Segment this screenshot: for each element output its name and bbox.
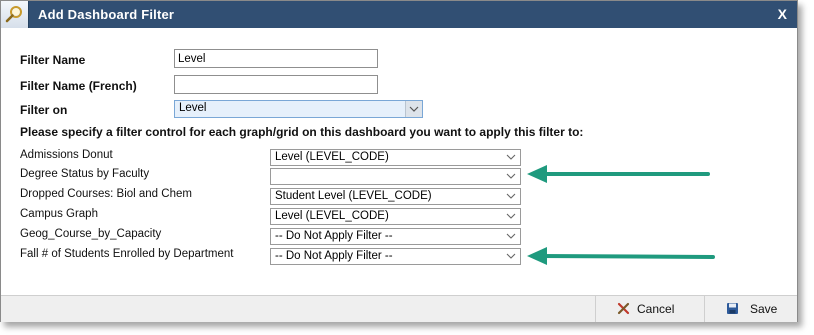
cancel-x-icon [617, 302, 630, 315]
dialog-title: Add Dashboard Filter [38, 7, 175, 22]
filter-name-french-input[interactable] [174, 75, 378, 94]
title-bar: Add Dashboard Filter X [1, 1, 797, 28]
chevron-down-icon [409, 106, 419, 112]
graph-filter-select-degree-status[interactable] [270, 168, 521, 185]
close-button[interactable]: X [778, 6, 787, 22]
graph-filter-select-campus-graph[interactable]: Level (LEVEL_CODE) [270, 208, 521, 225]
graph-filter-select-dropped-courses[interactable]: Student Level (LEVEL_CODE) [270, 188, 521, 205]
cancel-button[interactable]: Cancel [595, 296, 704, 322]
filter-on-select[interactable]: Level [174, 100, 423, 118]
dialog-footer: Cancel Save [1, 295, 797, 322]
chevron-down-icon [506, 173, 516, 179]
floppy-disk-icon [727, 303, 738, 314]
graph-filter-value: -- Do Not Apply Filter -- [275, 230, 393, 242]
magnifier-icon [1, 1, 29, 28]
filter-on-label: Filter on [20, 103, 68, 117]
chevron-down-icon [506, 213, 516, 219]
graph-filter-value: -- Do Not Apply Filter -- [275, 250, 393, 262]
graph-filter-select-admissions-donut[interactable]: Level (LEVEL_CODE) [270, 149, 521, 166]
graph-label-geog-course: Geog_Course_by_Capacity [20, 228, 162, 240]
filter-name-input[interactable] [174, 49, 378, 68]
filter-name-french-label: Filter Name (French) [20, 79, 137, 93]
graph-filter-select-geog-course[interactable]: -- Do Not Apply Filter -- [270, 228, 521, 245]
chevron-down-icon [506, 233, 516, 239]
graph-label-dropped-courses: Dropped Courses: Biol and Chem [20, 188, 192, 200]
filter-on-value: Level [179, 102, 207, 114]
chevron-down-icon [506, 154, 516, 160]
add-dashboard-filter-dialog: Add Dashboard Filter X Filter Name Filte… [0, 0, 798, 322]
graph-label-degree-status: Degree Status by Faculty [20, 168, 150, 180]
graph-label-admissions-donut: Admissions Donut [20, 149, 113, 161]
filter-on-dropdown-button[interactable] [405, 101, 422, 117]
graph-label-campus-graph: Campus Graph [20, 208, 98, 220]
chevron-down-icon [506, 193, 516, 199]
graph-label-fall-students: Fall # of Students Enrolled by Departmen… [20, 248, 234, 260]
graph-filter-value: Level (LEVEL_CODE) [275, 210, 389, 222]
graph-filter-value: Level (LEVEL_CODE) [275, 151, 389, 163]
save-label: Save [750, 302, 778, 316]
filter-name-label: Filter Name [20, 53, 86, 67]
annotation-arrow-left [527, 247, 715, 265]
cancel-label: Cancel [637, 302, 675, 316]
chevron-down-icon [506, 253, 516, 259]
instruction-text: Please specify a filter control for each… [20, 125, 584, 139]
graph-filter-select-fall-students[interactable]: -- Do Not Apply Filter -- [270, 248, 521, 265]
annotation-arrow-left [527, 165, 710, 183]
save-button[interactable]: Save [704, 296, 797, 322]
graph-filter-value: Student Level (LEVEL_CODE) [275, 190, 432, 202]
